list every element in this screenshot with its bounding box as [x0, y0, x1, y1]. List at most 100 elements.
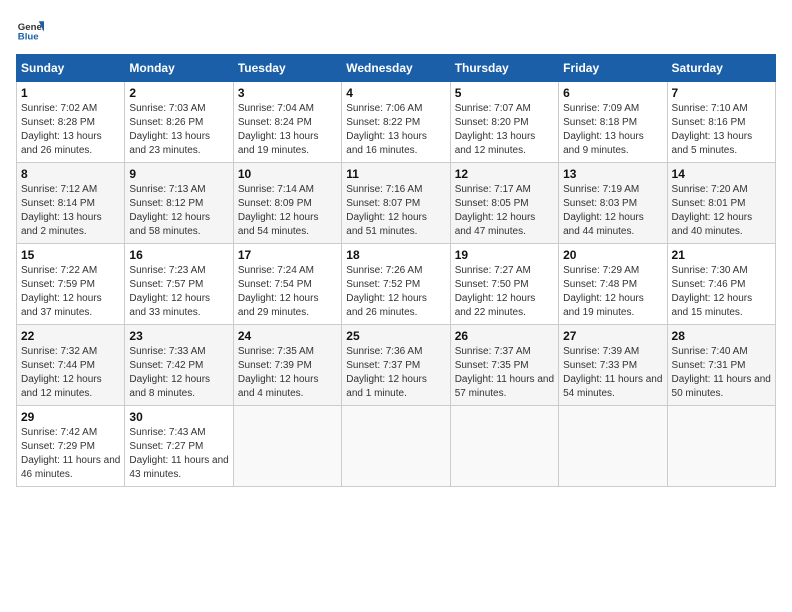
day-cell: 27 Sunrise: 7:39 AM Sunset: 7:33 PM Dayl… — [559, 325, 667, 406]
day-cell: 3 Sunrise: 7:04 AM Sunset: 8:24 PM Dayli… — [233, 82, 341, 163]
day-number: 29 — [21, 410, 120, 424]
day-cell: 12 Sunrise: 7:17 AM Sunset: 8:05 PM Dayl… — [450, 163, 558, 244]
day-info: Sunrise: 7:30 AM Sunset: 7:46 PM Dayligh… — [672, 264, 771, 320]
day-info: Sunrise: 7:43 AM Sunset: 7:27 PM Dayligh… — [129, 426, 228, 482]
day-number: 19 — [455, 248, 554, 262]
day-number: 6 — [563, 86, 662, 100]
col-header-friday: Friday — [559, 55, 667, 82]
day-cell: 28 Sunrise: 7:40 AM Sunset: 7:31 PM Dayl… — [667, 325, 775, 406]
col-header-saturday: Saturday — [667, 55, 775, 82]
day-cell — [342, 406, 450, 487]
day-cell — [667, 406, 775, 487]
week-row-2: 8 Sunrise: 7:12 AM Sunset: 8:14 PM Dayli… — [17, 163, 776, 244]
day-info: Sunrise: 7:35 AM Sunset: 7:39 PM Dayligh… — [238, 345, 337, 401]
day-info: Sunrise: 7:37 AM Sunset: 7:35 PM Dayligh… — [455, 345, 554, 401]
day-info: Sunrise: 7:29 AM Sunset: 7:48 PM Dayligh… — [563, 264, 662, 320]
day-info: Sunrise: 7:17 AM Sunset: 8:05 PM Dayligh… — [455, 183, 554, 239]
day-number: 10 — [238, 167, 337, 181]
day-cell — [559, 406, 667, 487]
day-number: 21 — [672, 248, 771, 262]
day-info: Sunrise: 7:24 AM Sunset: 7:54 PM Dayligh… — [238, 264, 337, 320]
day-info: Sunrise: 7:09 AM Sunset: 8:18 PM Dayligh… — [563, 102, 662, 158]
col-header-wednesday: Wednesday — [342, 55, 450, 82]
day-info: Sunrise: 7:39 AM Sunset: 7:33 PM Dayligh… — [563, 345, 662, 401]
col-header-sunday: Sunday — [17, 55, 125, 82]
day-cell: 18 Sunrise: 7:26 AM Sunset: 7:52 PM Dayl… — [342, 244, 450, 325]
col-header-thursday: Thursday — [450, 55, 558, 82]
day-number: 23 — [129, 329, 228, 343]
day-cell: 19 Sunrise: 7:27 AM Sunset: 7:50 PM Dayl… — [450, 244, 558, 325]
week-row-3: 15 Sunrise: 7:22 AM Sunset: 7:59 PM Dayl… — [17, 244, 776, 325]
day-cell: 7 Sunrise: 7:10 AM Sunset: 8:16 PM Dayli… — [667, 82, 775, 163]
day-number: 7 — [672, 86, 771, 100]
day-number: 18 — [346, 248, 445, 262]
day-cell: 25 Sunrise: 7:36 AM Sunset: 7:37 PM Dayl… — [342, 325, 450, 406]
day-number: 5 — [455, 86, 554, 100]
logo: General Blue — [16, 16, 44, 44]
day-number: 26 — [455, 329, 554, 343]
day-info: Sunrise: 7:33 AM Sunset: 7:42 PM Dayligh… — [129, 345, 228, 401]
day-cell: 15 Sunrise: 7:22 AM Sunset: 7:59 PM Dayl… — [17, 244, 125, 325]
day-cell: 17 Sunrise: 7:24 AM Sunset: 7:54 PM Dayl… — [233, 244, 341, 325]
day-number: 1 — [21, 86, 120, 100]
logo-icon: General Blue — [16, 16, 44, 44]
day-cell: 10 Sunrise: 7:14 AM Sunset: 8:09 PM Dayl… — [233, 163, 341, 244]
day-number: 11 — [346, 167, 445, 181]
day-number: 30 — [129, 410, 228, 424]
header: General Blue — [16, 16, 776, 44]
svg-text:Blue: Blue — [18, 32, 39, 43]
day-number: 3 — [238, 86, 337, 100]
day-number: 22 — [21, 329, 120, 343]
day-cell: 21 Sunrise: 7:30 AM Sunset: 7:46 PM Dayl… — [667, 244, 775, 325]
week-row-5: 29 Sunrise: 7:42 AM Sunset: 7:29 PM Dayl… — [17, 406, 776, 487]
day-cell: 8 Sunrise: 7:12 AM Sunset: 8:14 PM Dayli… — [17, 163, 125, 244]
day-cell: 11 Sunrise: 7:16 AM Sunset: 8:07 PM Dayl… — [342, 163, 450, 244]
day-number: 28 — [672, 329, 771, 343]
day-info: Sunrise: 7:16 AM Sunset: 8:07 PM Dayligh… — [346, 183, 445, 239]
day-info: Sunrise: 7:10 AM Sunset: 8:16 PM Dayligh… — [672, 102, 771, 158]
day-number: 4 — [346, 86, 445, 100]
day-cell: 20 Sunrise: 7:29 AM Sunset: 7:48 PM Dayl… — [559, 244, 667, 325]
day-number: 27 — [563, 329, 662, 343]
day-number: 9 — [129, 167, 228, 181]
day-cell: 14 Sunrise: 7:20 AM Sunset: 8:01 PM Dayl… — [667, 163, 775, 244]
day-number: 15 — [21, 248, 120, 262]
day-cell: 26 Sunrise: 7:37 AM Sunset: 7:35 PM Dayl… — [450, 325, 558, 406]
day-cell: 2 Sunrise: 7:03 AM Sunset: 8:26 PM Dayli… — [125, 82, 233, 163]
day-cell: 29 Sunrise: 7:42 AM Sunset: 7:29 PM Dayl… — [17, 406, 125, 487]
week-row-4: 22 Sunrise: 7:32 AM Sunset: 7:44 PM Dayl… — [17, 325, 776, 406]
day-number: 14 — [672, 167, 771, 181]
day-info: Sunrise: 7:42 AM Sunset: 7:29 PM Dayligh… — [21, 426, 120, 482]
day-cell: 9 Sunrise: 7:13 AM Sunset: 8:12 PM Dayli… — [125, 163, 233, 244]
col-header-monday: Monday — [125, 55, 233, 82]
day-cell: 23 Sunrise: 7:33 AM Sunset: 7:42 PM Dayl… — [125, 325, 233, 406]
day-cell: 13 Sunrise: 7:19 AM Sunset: 8:03 PM Dayl… — [559, 163, 667, 244]
day-number: 2 — [129, 86, 228, 100]
day-info: Sunrise: 7:02 AM Sunset: 8:28 PM Dayligh… — [21, 102, 120, 158]
day-cell — [233, 406, 341, 487]
day-cell: 5 Sunrise: 7:07 AM Sunset: 8:20 PM Dayli… — [450, 82, 558, 163]
day-info: Sunrise: 7:27 AM Sunset: 7:50 PM Dayligh… — [455, 264, 554, 320]
day-info: Sunrise: 7:07 AM Sunset: 8:20 PM Dayligh… — [455, 102, 554, 158]
day-info: Sunrise: 7:26 AM Sunset: 7:52 PM Dayligh… — [346, 264, 445, 320]
day-info: Sunrise: 7:22 AM Sunset: 7:59 PM Dayligh… — [21, 264, 120, 320]
calendar: SundayMondayTuesdayWednesdayThursdayFrid… — [16, 54, 776, 487]
day-info: Sunrise: 7:40 AM Sunset: 7:31 PM Dayligh… — [672, 345, 771, 401]
day-number: 8 — [21, 167, 120, 181]
day-cell: 6 Sunrise: 7:09 AM Sunset: 8:18 PM Dayli… — [559, 82, 667, 163]
header-row: SundayMondayTuesdayWednesdayThursdayFrid… — [17, 55, 776, 82]
day-info: Sunrise: 7:14 AM Sunset: 8:09 PM Dayligh… — [238, 183, 337, 239]
day-info: Sunrise: 7:19 AM Sunset: 8:03 PM Dayligh… — [563, 183, 662, 239]
day-info: Sunrise: 7:03 AM Sunset: 8:26 PM Dayligh… — [129, 102, 228, 158]
day-number: 13 — [563, 167, 662, 181]
day-number: 16 — [129, 248, 228, 262]
col-header-tuesday: Tuesday — [233, 55, 341, 82]
day-info: Sunrise: 7:20 AM Sunset: 8:01 PM Dayligh… — [672, 183, 771, 239]
day-info: Sunrise: 7:36 AM Sunset: 7:37 PM Dayligh… — [346, 345, 445, 401]
day-number: 17 — [238, 248, 337, 262]
day-info: Sunrise: 7:12 AM Sunset: 8:14 PM Dayligh… — [21, 183, 120, 239]
day-cell — [450, 406, 558, 487]
day-cell: 22 Sunrise: 7:32 AM Sunset: 7:44 PM Dayl… — [17, 325, 125, 406]
day-cell: 1 Sunrise: 7:02 AM Sunset: 8:28 PM Dayli… — [17, 82, 125, 163]
day-cell: 30 Sunrise: 7:43 AM Sunset: 7:27 PM Dayl… — [125, 406, 233, 487]
